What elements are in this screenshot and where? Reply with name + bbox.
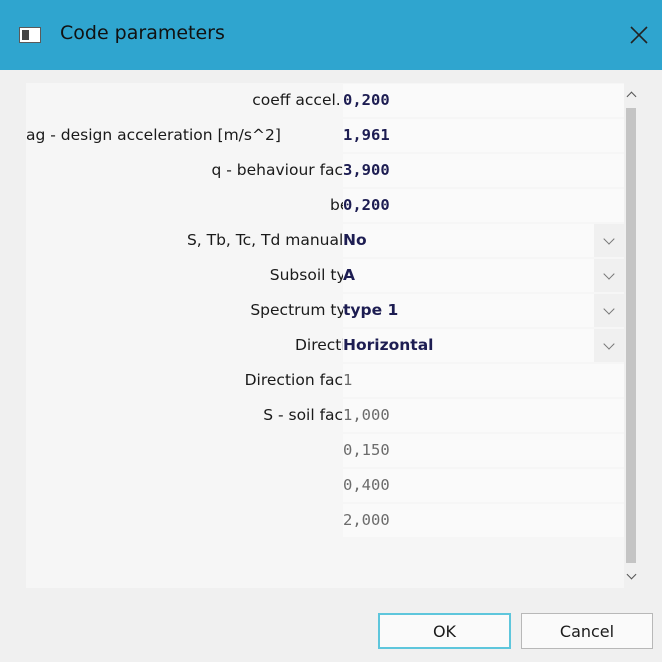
param-value: 1,000 bbox=[343, 406, 390, 424]
param-value: 1,961 bbox=[343, 126, 390, 144]
param-row-manual-periods: S, Tb, Tc, Td manually? No bbox=[26, 223, 624, 258]
param-value-readonly: 1,000 bbox=[343, 399, 624, 432]
code-parameters-dialog: Code parameters coeff accel. ag 0,200 ag… bbox=[0, 0, 662, 662]
chevron-down-icon bbox=[626, 569, 636, 580]
chevron-down-icon bbox=[603, 267, 615, 280]
close-button[interactable] bbox=[616, 0, 662, 70]
window-title: Code parameters bbox=[60, 22, 225, 44]
param-label: q - behaviour factor bbox=[211, 161, 365, 179]
cancel-button[interactable]: Cancel bbox=[521, 613, 653, 649]
param-value-readonly: 1 bbox=[343, 364, 624, 397]
vertical-scrollbar[interactable] bbox=[624, 83, 638, 588]
param-value: 0,400 bbox=[343, 476, 390, 494]
param-row-direction-factor: Direction factor 1 bbox=[26, 363, 624, 398]
direction-select[interactable]: Horizontal bbox=[343, 329, 624, 362]
chevron-up-icon bbox=[626, 91, 636, 102]
param-value-field[interactable]: 3,900 bbox=[343, 154, 624, 187]
param-value: Horizontal bbox=[343, 336, 434, 354]
dropdown-button[interactable] bbox=[594, 329, 624, 362]
param-label: ag - design acceleration [m/s^2] bbox=[26, 126, 281, 144]
param-value-field[interactable]: 0,200 bbox=[343, 84, 624, 117]
param-row-coeff-accel: coeff accel. ag 0,200 bbox=[26, 83, 624, 118]
dropdown-button[interactable] bbox=[594, 294, 624, 327]
scroll-thumb[interactable] bbox=[626, 108, 636, 563]
param-value: type 1 bbox=[343, 301, 399, 319]
param-row-behaviour-factor: q - behaviour factor 3,900 bbox=[26, 153, 624, 188]
param-value-field[interactable]: 0,200 bbox=[343, 189, 624, 222]
param-row-td: Td 2,000 bbox=[26, 503, 624, 538]
manual-periods-select[interactable]: No bbox=[343, 224, 624, 257]
dropdown-button[interactable] bbox=[594, 259, 624, 292]
spectrum-type-select[interactable]: type 1 bbox=[343, 294, 624, 327]
parameter-grid: coeff accel. ag 0,200 ag - design accele… bbox=[26, 83, 638, 588]
dropdown-button[interactable] bbox=[594, 224, 624, 257]
ok-button[interactable]: OK bbox=[378, 613, 511, 649]
subsoil-type-select[interactable]: A bbox=[343, 259, 624, 292]
param-row-soil-factor: S - soil factor 1,000 bbox=[26, 398, 624, 433]
param-value: No bbox=[343, 231, 367, 249]
param-value-readonly: 0,150 bbox=[343, 434, 624, 467]
param-value-readonly: 0,400 bbox=[343, 469, 624, 502]
close-icon bbox=[630, 26, 648, 44]
param-row-tc: Tc 0,400 bbox=[26, 468, 624, 503]
param-row-tb: Tb 0,150 bbox=[26, 433, 624, 468]
chevron-down-icon bbox=[603, 337, 615, 350]
param-value: A bbox=[343, 266, 355, 284]
window-icon bbox=[19, 27, 41, 43]
param-value-field[interactable]: 1,961 bbox=[343, 119, 624, 152]
param-row-spectrum-type: Spectrum type type 1 bbox=[26, 293, 624, 328]
param-value: 0,200 bbox=[343, 196, 390, 214]
param-row-subsoil-type: Subsoil type A bbox=[26, 258, 624, 293]
scroll-up-button[interactable] bbox=[624, 83, 638, 105]
param-row-direction: Direction Horizontal bbox=[26, 328, 624, 363]
param-label: S, Tb, Tc, Td manually? bbox=[186, 231, 365, 249]
param-value: 0,200 bbox=[343, 91, 390, 109]
param-row-beta: beta 0,200 bbox=[26, 188, 624, 223]
title-bar: Code parameters bbox=[0, 0, 662, 70]
param-value: 2,000 bbox=[343, 511, 390, 529]
chevron-down-icon bbox=[603, 302, 615, 315]
param-value-readonly: 2,000 bbox=[343, 504, 624, 537]
param-value: 1 bbox=[343, 371, 353, 389]
param-row-design-acceleration: ag - design acceleration [m/s^2] 1,961 bbox=[26, 118, 624, 153]
chevron-down-icon bbox=[603, 232, 615, 245]
scroll-down-button[interactable] bbox=[624, 566, 638, 588]
param-value: 0,150 bbox=[343, 441, 390, 459]
param-value: 3,900 bbox=[343, 161, 390, 179]
